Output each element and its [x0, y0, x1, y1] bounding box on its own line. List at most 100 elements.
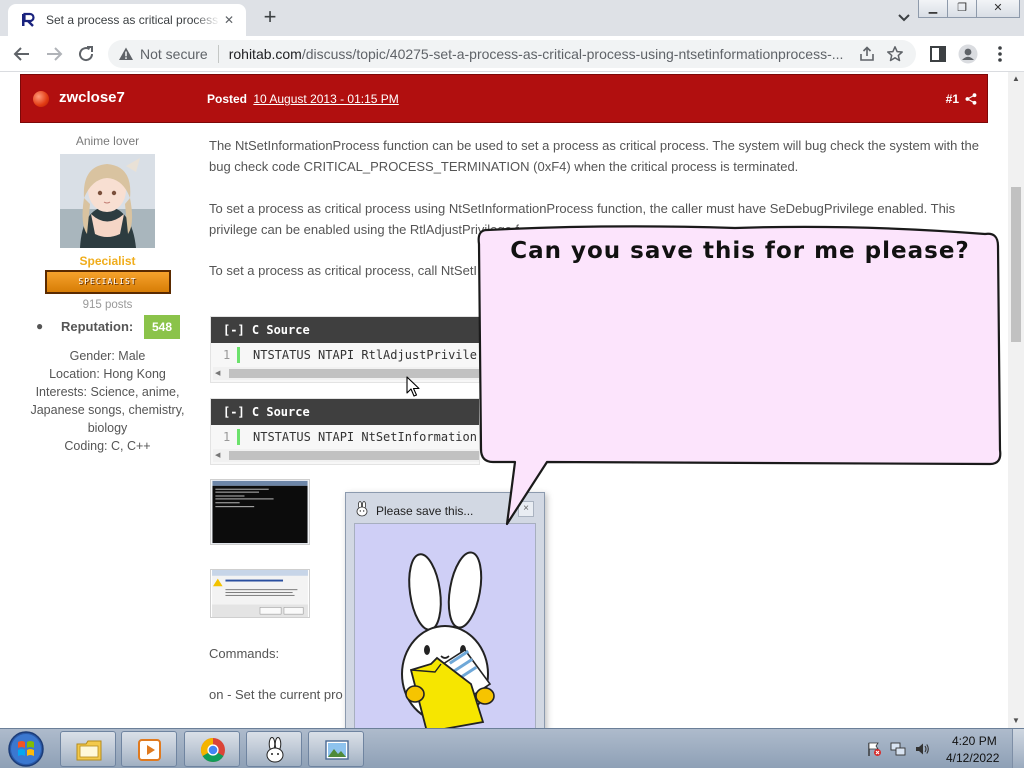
- posts-count: 915 posts: [82, 299, 133, 311]
- taskbar-bunny-button[interactable]: [246, 731, 302, 767]
- scroll-down-icon[interactable]: ▼: [1008, 714, 1024, 728]
- action-center-flag-icon[interactable]: [866, 741, 882, 757]
- warning-triangle-icon[interactable]: [118, 46, 134, 62]
- url-path: /discuss/topic/40275-set-a-process-as-cr…: [301, 46, 844, 62]
- popup-title: Please save this...: [376, 504, 474, 518]
- post-date-link[interactable]: 10 August 2013 - 01:15 PM: [253, 92, 398, 106]
- info-interests-cont: biology: [20, 419, 195, 437]
- code-block: [-] C Source 1 NTSTATUS NTAPI NtSetInfor…: [210, 398, 480, 465]
- star-icon[interactable]: [886, 45, 904, 63]
- taskbar-picture-button[interactable]: [308, 731, 364, 767]
- taskbar-explorer-button[interactable]: [60, 731, 116, 767]
- reputation-value: 548: [144, 315, 180, 339]
- url-host: rohitab.com: [228, 46, 302, 62]
- code-line-number: 1: [223, 430, 231, 444]
- info-gender: Gender: Male: [20, 347, 195, 365]
- commands-label: Commands:: [209, 646, 280, 661]
- reload-icon[interactable]: [74, 42, 98, 66]
- code-block: [-] C Source 1 NTSTATUS NTAPI RtlAdjustP…: [210, 316, 480, 383]
- console-screenshot-thumbnail[interactable]: [210, 479, 310, 545]
- command-on-text: on - Set the current pro: [209, 687, 343, 702]
- scroll-left-icon[interactable]: ◀: [215, 449, 220, 462]
- bunny-holding-folder-image: [401, 551, 495, 734]
- code-scroll-thumb[interactable]: [229, 369, 479, 378]
- share-post-icon[interactable]: [965, 93, 977, 105]
- info-value: Male: [118, 349, 146, 363]
- post-number-link[interactable]: #1: [946, 92, 959, 106]
- code-scroll-thumb[interactable]: [229, 451, 479, 460]
- code-block-toggle[interactable]: [-] C Source: [211, 317, 479, 343]
- code-horizontal-scrollbar[interactable]: ◀: [213, 449, 479, 462]
- info-value: biology: [87, 421, 128, 435]
- info-value: Hong Kong: [103, 367, 166, 381]
- window-controls: ▁ ❐ ✕: [918, 0, 1020, 18]
- code-horizontal-scrollbar[interactable]: ◀: [213, 367, 479, 380]
- page-scrollbar[interactable]: ▲ ▼: [1008, 72, 1024, 728]
- member-title: Anime lover: [75, 134, 140, 148]
- forward-arrow-icon[interactable]: [42, 42, 66, 66]
- clock-time[interactable]: 4:20 PM: [952, 734, 997, 748]
- start-orb-icon[interactable]: [4, 730, 48, 768]
- taskbar-media-button[interactable]: [121, 731, 177, 767]
- reputation-label: Reputation:: [61, 319, 134, 334]
- volume-icon[interactable]: [914, 741, 930, 757]
- post-header: zwclose7 Posted 10 August 2013 - 01:15 P…: [20, 74, 988, 123]
- mouse-cursor-icon: [406, 376, 420, 397]
- new-tab-plus-icon[interactable]: +: [258, 6, 282, 30]
- info-coding: Coding: C, C++: [20, 437, 195, 455]
- post-date: Posted 10 August 2013 - 01:15 PM: [207, 92, 399, 106]
- tab-search-chevron-icon[interactable]: [894, 8, 914, 28]
- info-label: Coding:: [64, 439, 108, 453]
- media-player-icon: [138, 739, 161, 761]
- page-scroll-thumb[interactable]: [1011, 187, 1021, 342]
- rohitab-favicon-icon: [22, 12, 35, 27]
- scroll-up-icon[interactable]: ▲: [1008, 72, 1024, 86]
- code-block-toggle[interactable]: [-] C Source: [211, 399, 479, 425]
- browser-toolbar: Not secure rohitab.com /discuss/topic/40…: [0, 36, 1024, 72]
- code-text: NTSTATUS NTAPI RtlAdjustPrivile: [253, 348, 477, 362]
- explorer-folder-icon: [76, 740, 102, 761]
- bunny-app-icon: [266, 737, 284, 763]
- bunny-app-icon: [356, 501, 368, 517]
- show-desktop-button[interactable]: [1012, 729, 1024, 768]
- share-icon[interactable]: [858, 45, 876, 63]
- info-value: C, C++: [110, 439, 151, 453]
- clock-date[interactable]: 4/12/2022: [946, 751, 999, 765]
- tab-strip: Set a process as critical process using …: [0, 0, 1024, 36]
- profile-icon[interactable]: [958, 44, 978, 64]
- rank-badge: SPECIALIST: [44, 270, 171, 294]
- author-link[interactable]: zwclose7: [59, 89, 125, 106]
- code-gutter-bar: [237, 429, 240, 445]
- browser-tab-active[interactable]: Set a process as critical process using …: [8, 4, 246, 36]
- avatar[interactable]: [60, 154, 155, 248]
- scroll-left-icon[interactable]: ◀: [215, 367, 220, 380]
- info-value: Science, anime,: [90, 385, 180, 399]
- security-label: Not secure: [140, 45, 219, 63]
- info-interests: Interests: Science, anime,: [20, 383, 195, 401]
- address-bar[interactable]: Not secure rohitab.com /discuss/topic/40…: [108, 40, 916, 68]
- more-vertical-icon[interactable]: [990, 44, 1010, 64]
- window-close-icon[interactable]: ✕: [976, 0, 1020, 18]
- minimize-icon[interactable]: ▁: [918, 0, 948, 18]
- taskbar-chrome-button[interactable]: [184, 731, 240, 767]
- code-line: 1 NTSTATUS NTAPI RtlAdjustPrivile: [211, 343, 479, 367]
- code-line: 1 NTSTATUS NTAPI NtSetInformation: [211, 425, 479, 449]
- posted-label: Posted: [207, 92, 248, 106]
- save-popup-window[interactable]: Please save this... ×: [345, 492, 545, 760]
- side-panel-icon[interactable]: [928, 44, 948, 64]
- tab-close-icon[interactable]: ✕: [220, 11, 238, 29]
- speech-bubble-text: Can you save this for me please?: [510, 238, 970, 264]
- code-gutter-bar: [237, 347, 240, 363]
- maximize-icon[interactable]: ❐: [947, 0, 977, 18]
- info-location: Location: Hong Kong: [20, 365, 195, 383]
- author-sidebar: Anime lover Specialist SPECIALIST 915 po…: [20, 132, 195, 455]
- back-arrow-icon[interactable]: [10, 42, 34, 66]
- info-label: Gender:: [69, 349, 115, 363]
- code-text: NTSTATUS NTAPI NtSetInformation: [253, 430, 477, 444]
- network-icon[interactable]: [890, 741, 906, 757]
- taskbar: 4:20 PM 4/12/2022: [0, 728, 1024, 768]
- chrome-icon: [200, 738, 225, 763]
- dialog-screenshot-thumbnail[interactable]: [210, 569, 310, 618]
- info-label: Interests:: [35, 385, 87, 399]
- offline-status-icon: [33, 91, 49, 107]
